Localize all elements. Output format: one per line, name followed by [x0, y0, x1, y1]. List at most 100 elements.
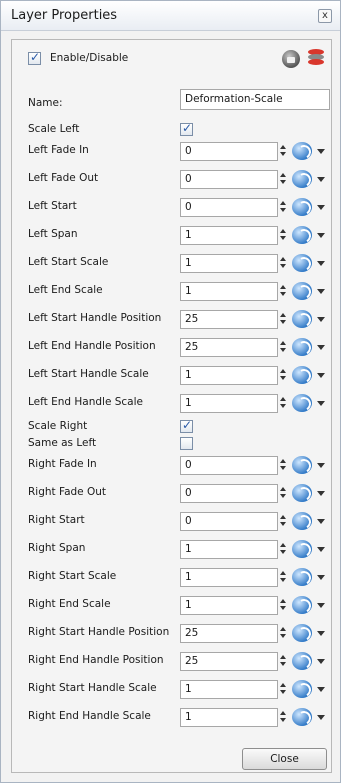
- spin-arrows-icon[interactable]: [279, 173, 287, 186]
- property-value-field[interactable]: 0: [180, 456, 278, 475]
- chevron-down-icon[interactable]: [317, 603, 325, 608]
- spin-arrows-icon[interactable]: [279, 341, 287, 354]
- property-value-field[interactable]: 0: [180, 484, 278, 503]
- function-curve-icon[interactable]: [292, 624, 312, 642]
- function-curve-icon[interactable]: [292, 484, 312, 502]
- property-value-field[interactable]: 1: [180, 282, 278, 301]
- function-curve-icon[interactable]: [292, 366, 312, 384]
- spin-arrows-icon[interactable]: [279, 627, 287, 640]
- property-checkbox[interactable]: [180, 437, 193, 450]
- property-value-field[interactable]: 1: [180, 568, 278, 587]
- function-curve-icon[interactable]: [292, 198, 312, 216]
- function-curve-icon[interactable]: [292, 708, 312, 726]
- spin-arrows-icon[interactable]: [279, 257, 287, 270]
- spin-arrows-icon[interactable]: [279, 369, 287, 382]
- chevron-down-icon[interactable]: [317, 575, 325, 580]
- property-value-field[interactable]: 25: [180, 652, 278, 671]
- chevron-down-icon[interactable]: [317, 631, 325, 636]
- property-value-field[interactable]: 0: [180, 512, 278, 531]
- lock-icon[interactable]: [282, 50, 300, 68]
- function-curve-icon[interactable]: [292, 226, 312, 244]
- function-curve-icon[interactable]: [292, 254, 312, 272]
- property-value-field[interactable]: 1: [180, 708, 278, 727]
- property-value-field[interactable]: 1: [180, 680, 278, 699]
- function-curve-icon[interactable]: [292, 170, 312, 188]
- spin-arrows-icon[interactable]: [279, 711, 287, 724]
- chevron-down-icon[interactable]: [317, 547, 325, 552]
- spin-arrows-icon[interactable]: [279, 201, 287, 214]
- property-value-field[interactable]: 25: [180, 310, 278, 329]
- function-curve-icon[interactable]: [292, 596, 312, 614]
- chevron-down-icon[interactable]: [317, 149, 325, 154]
- title-bar[interactable]: Layer Properties x: [1, 1, 340, 31]
- spin-arrows-icon[interactable]: [279, 145, 287, 158]
- property-label: Left Fade In: [28, 144, 89, 156]
- spin-arrows-icon[interactable]: [279, 515, 287, 528]
- function-curve-icon[interactable]: [292, 540, 312, 558]
- close-icon[interactable]: x: [318, 9, 332, 23]
- chevron-down-icon[interactable]: [317, 463, 325, 468]
- property-checkbox[interactable]: [180, 121, 193, 136]
- chevron-down-icon[interactable]: [317, 373, 325, 378]
- chevron-down-icon[interactable]: [317, 289, 325, 294]
- chevron-down-icon[interactable]: [317, 687, 325, 692]
- spin-arrows-icon[interactable]: [279, 571, 287, 584]
- function-curve-icon[interactable]: [292, 310, 312, 328]
- enable-checkbox[interactable]: [28, 50, 41, 65]
- chevron-down-icon[interactable]: [317, 317, 325, 322]
- property-value-field[interactable]: 0: [180, 170, 278, 189]
- chevron-down-icon[interactable]: [317, 233, 325, 238]
- function-curve-icon[interactable]: [292, 394, 312, 412]
- property-row: Left Start 0: [12, 195, 333, 219]
- property-value-field[interactable]: 25: [180, 624, 278, 643]
- property-label: Right Start: [28, 514, 85, 526]
- spin-arrows-icon[interactable]: [279, 655, 287, 668]
- chevron-down-icon[interactable]: [317, 659, 325, 664]
- property-value-field[interactable]: 0: [180, 142, 278, 161]
- function-curve-icon[interactable]: [292, 338, 312, 356]
- spin-arrows-icon[interactable]: [279, 397, 287, 410]
- name-label: Name:: [28, 97, 63, 109]
- function-curve-icon[interactable]: [292, 680, 312, 698]
- property-value-field[interactable]: 1: [180, 366, 278, 385]
- property-row: Left End Scale 1: [12, 279, 333, 303]
- property-label: Right Start Scale: [28, 570, 117, 582]
- database-icon[interactable]: [308, 49, 324, 69]
- function-curve-icon[interactable]: [292, 142, 312, 160]
- spin-arrows-icon[interactable]: [279, 487, 287, 500]
- spin-arrows-icon[interactable]: [279, 459, 287, 472]
- property-value-field[interactable]: 1: [180, 254, 278, 273]
- spin-arrows-icon[interactable]: [279, 229, 287, 242]
- function-curve-icon[interactable]: [292, 568, 312, 586]
- function-curve-icon[interactable]: [292, 282, 312, 300]
- property-checkbox[interactable]: [180, 418, 193, 433]
- chevron-down-icon[interactable]: [317, 519, 325, 524]
- spin-arrows-icon[interactable]: [279, 683, 287, 696]
- chevron-down-icon[interactable]: [317, 401, 325, 406]
- spin-arrows-icon[interactable]: [279, 285, 287, 298]
- close-button[interactable]: Close: [242, 748, 327, 770]
- property-value-field[interactable]: 1: [180, 394, 278, 413]
- chevron-down-icon[interactable]: [317, 491, 325, 496]
- property-row: Left Fade In 0: [12, 139, 333, 163]
- property-value-field[interactable]: 25: [180, 338, 278, 357]
- chevron-down-icon[interactable]: [317, 261, 325, 266]
- property-row: Left End Handle Scale 1: [12, 391, 333, 415]
- chevron-down-icon[interactable]: [317, 177, 325, 182]
- property-value-field[interactable]: 1: [180, 596, 278, 615]
- spin-arrows-icon[interactable]: [279, 599, 287, 612]
- chevron-down-icon[interactable]: [317, 205, 325, 210]
- property-value-field[interactable]: 1: [180, 540, 278, 559]
- enable-row: Enable/Disable: [28, 50, 128, 72]
- function-curve-icon[interactable]: [292, 652, 312, 670]
- chevron-down-icon[interactable]: [317, 715, 325, 720]
- function-curve-icon[interactable]: [292, 512, 312, 530]
- property-row: Left Start Handle Position 25: [12, 307, 333, 331]
- spin-arrows-icon[interactable]: [279, 543, 287, 556]
- chevron-down-icon[interactable]: [317, 345, 325, 350]
- property-value-field[interactable]: 0: [180, 198, 278, 217]
- function-curve-icon[interactable]: [292, 456, 312, 474]
- property-value-field[interactable]: 1: [180, 226, 278, 245]
- spin-arrows-icon[interactable]: [279, 313, 287, 326]
- name-input[interactable]: Deformation-Scale: [180, 89, 330, 110]
